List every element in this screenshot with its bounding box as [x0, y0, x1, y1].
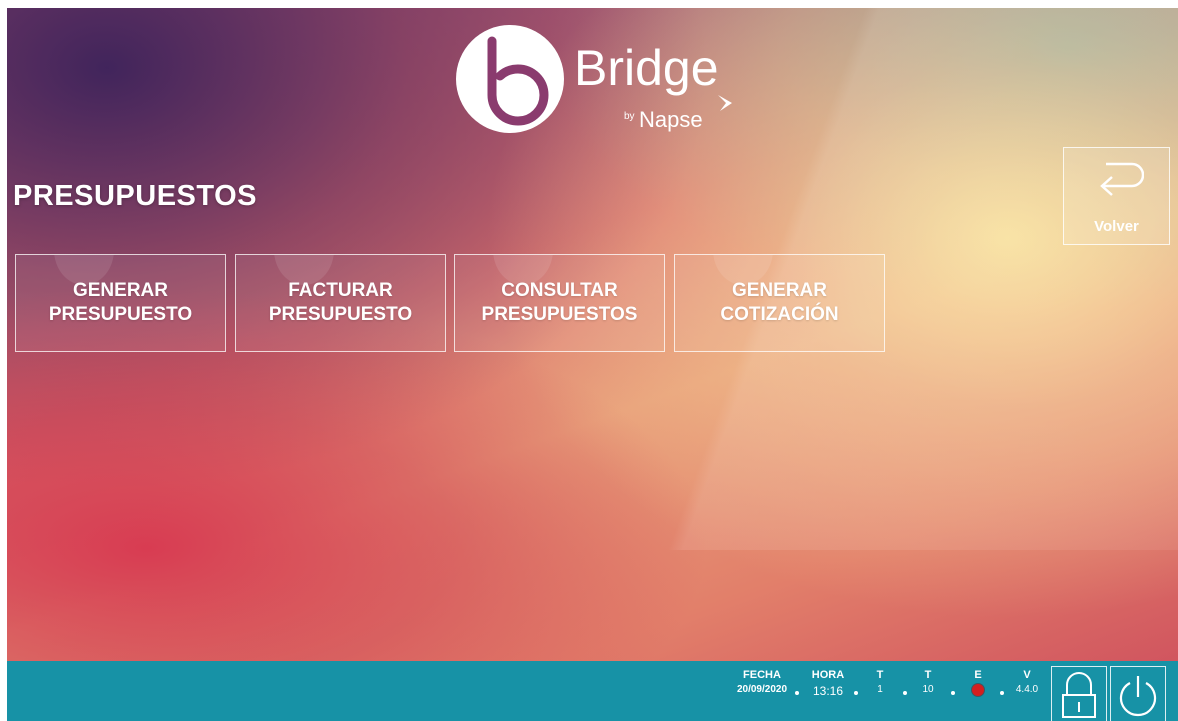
generar-presupuesto-button[interactable]: GENERAR PRESUPUESTO [15, 254, 226, 352]
button-label: GENERAR COTIZACIÓN [720, 280, 839, 325]
status-led-icon [972, 684, 984, 696]
button-label: CONSULTAR PRESUPUESTOS [481, 280, 638, 325]
lock-button[interactable] [1051, 666, 1107, 721]
status-e: E [967, 669, 989, 696]
consultar-presupuestos-button[interactable]: CONSULTAR PRESUPUESTOS [454, 254, 665, 352]
return-arrow-icon [1100, 162, 1144, 196]
button-label: GENERAR PRESUPUESTO [48, 280, 193, 325]
bridge-logo-mark [456, 25, 564, 133]
status-separator [795, 691, 799, 695]
volver-button[interactable]: Volver [1063, 147, 1170, 245]
fecha-value: 20/09/2020 [736, 684, 788, 695]
lock-icon [1062, 672, 1096, 718]
status-separator [854, 691, 858, 695]
generar-cotizacion-button[interactable]: GENERAR COTIZACIÓN [674, 254, 885, 352]
brand-by: by [624, 111, 635, 122]
hora-label: HORA [811, 669, 845, 681]
status-v: V 4.4.0 [1012, 669, 1042, 695]
volver-label: Volver [1094, 218, 1139, 235]
e-label: E [974, 669, 982, 681]
t2-value: 10 [922, 684, 934, 695]
napse-mark-icon [718, 95, 732, 111]
t2-label: T [924, 669, 932, 681]
status-t2: T 10 [917, 669, 939, 695]
status-hora: HORA 13:16 [808, 669, 848, 698]
brand-company: Napse [639, 107, 703, 132]
brand-name: Bridge [574, 40, 719, 96]
v-label: V [1023, 669, 1031, 681]
power-button[interactable] [1110, 666, 1166, 721]
status-separator [903, 691, 907, 695]
status-fecha: FECHA 20/09/2020 [729, 669, 795, 695]
power-icon [1119, 676, 1157, 717]
app-window: Bridge by Napse PRESUPUESTOS GENERAR PRE… [7, 8, 1178, 721]
status-separator [1000, 691, 1004, 695]
hora-value: 13:16 [812, 684, 844, 698]
facturar-presupuesto-button[interactable]: FACTURAR PRESUPUESTO [235, 254, 446, 352]
bridge-logo: Bridge by Napse [456, 25, 746, 145]
status-t1: T 1 [869, 669, 891, 695]
fecha-label: FECHA [743, 669, 781, 681]
t1-value: 1 [877, 684, 883, 695]
status-separator [951, 691, 955, 695]
button-label: FACTURAR PRESUPUESTO [268, 280, 413, 325]
t1-label: T [876, 669, 884, 681]
page-title: PRESUPUESTOS [13, 180, 257, 212]
v-value: 4.4.0 [1015, 684, 1039, 695]
